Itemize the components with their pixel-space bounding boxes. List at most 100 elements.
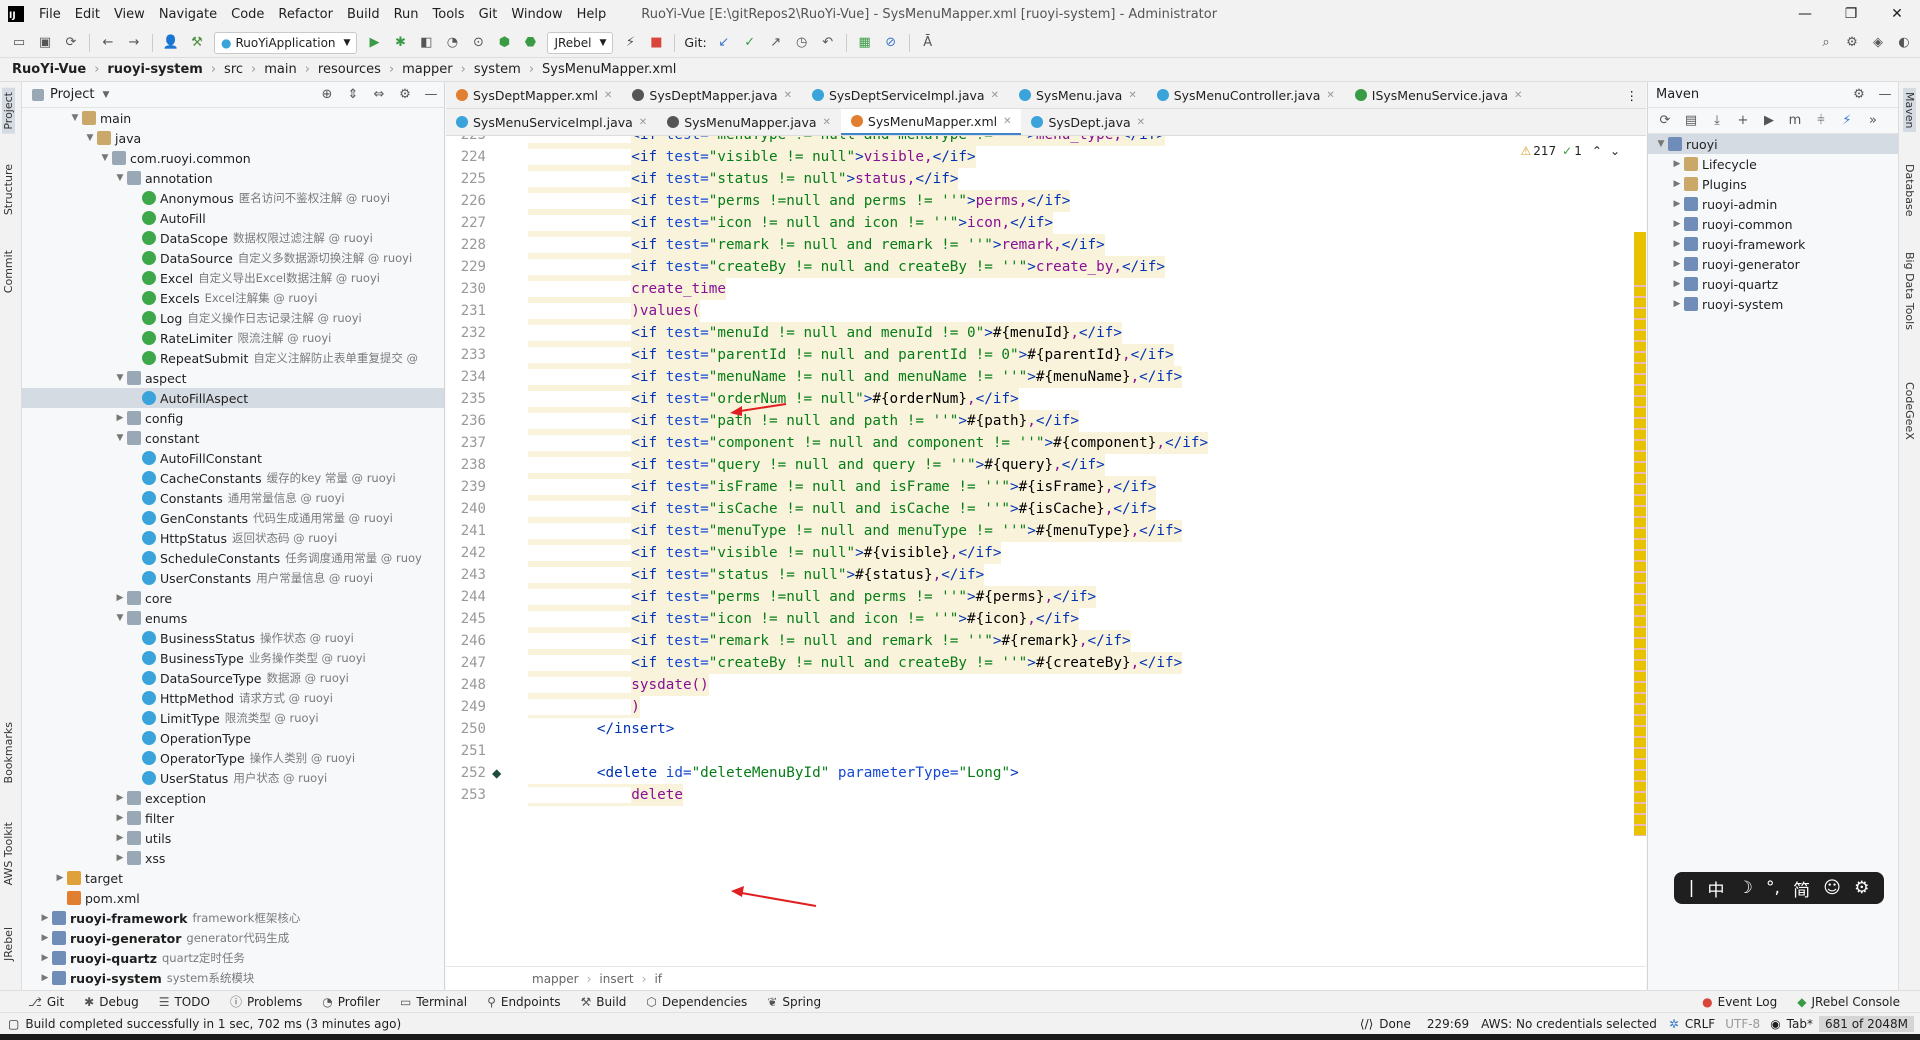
chevron-down-icon[interactable]: ▼ bbox=[83, 133, 97, 143]
plus-icon[interactable]: + bbox=[1731, 110, 1755, 132]
editor-tab[interactable]: ISysMenuService.java ✕ bbox=[1345, 82, 1533, 108]
code-breadcrumb-item[interactable]: if bbox=[654, 972, 662, 986]
ime-button[interactable]: ☺ bbox=[1823, 878, 1841, 898]
tree-node[interactable]: OperatorType 操作人类别 @ ruoyi bbox=[22, 748, 444, 768]
line-number[interactable]: 237 bbox=[446, 435, 488, 451]
status-box-icon[interactable]: ▢ bbox=[8, 1017, 19, 1031]
jrebel-debug-icon[interactable]: ⬣ bbox=[518, 32, 542, 54]
code-line[interactable]: 223 <if test="menuType != null and menuT… bbox=[446, 136, 1646, 146]
commit-tool-tab[interactable]: Commit bbox=[2, 250, 15, 293]
tree-node[interactable]: ▼ enums bbox=[22, 608, 444, 628]
chevron-right-icon[interactable]: ▶ bbox=[1670, 219, 1684, 229]
tree-node[interactable]: Excels Excel注解集 @ ruoyi bbox=[22, 288, 444, 308]
editor-tab[interactable]: SysMenu.java ✕ bbox=[1009, 82, 1147, 108]
ime-button[interactable]: °, bbox=[1766, 878, 1780, 898]
editor-tab[interactable]: SysMenuController.java ✕ bbox=[1147, 82, 1345, 108]
chevron-right-icon[interactable]: ▶ bbox=[1670, 239, 1684, 249]
terminal-chart-icon[interactable]: ▦ bbox=[853, 32, 877, 54]
tree-node[interactable]: UserConstants 用户常量信息 @ ruoyi bbox=[22, 568, 444, 588]
tree-node[interactable]: BusinessStatus 操作状态 @ ruoyi bbox=[22, 628, 444, 648]
maven-tree-item[interactable]: ▶ ruoyi-framework bbox=[1648, 234, 1898, 254]
profile-icon[interactable]: ◔ bbox=[440, 32, 464, 54]
bottom-tab-spring[interactable]: ❦ Spring bbox=[767, 995, 821, 1009]
git-update-icon[interactable]: ↙ bbox=[712, 32, 736, 54]
tree-node[interactable]: ▼ java bbox=[22, 128, 444, 148]
chevron-down-icon[interactable]: ▼ bbox=[113, 433, 127, 443]
close-icon[interactable]: ✕ bbox=[1137, 117, 1145, 128]
bottom-tab-todo[interactable]: ☰ TODO bbox=[159, 995, 210, 1009]
more-run-icon[interactable]: ⊙ bbox=[466, 32, 490, 54]
close-icon[interactable]: ✕ bbox=[823, 117, 831, 128]
menu-edit[interactable]: Edit bbox=[68, 7, 107, 22]
locate-icon[interactable]: ⊕ bbox=[315, 84, 339, 106]
line-number[interactable]: 253 bbox=[446, 787, 488, 803]
code-line[interactable]: 240 <if test= "isCache != null and isCach… bbox=[446, 498, 1646, 520]
line-number[interactable]: 223 bbox=[446, 136, 488, 143]
chevron-right-icon[interactable]: ▶ bbox=[1670, 259, 1684, 269]
code-editor[interactable]: 223 <if test="menuType != null and menuT… bbox=[446, 136, 1646, 966]
debug-icon[interactable]: ✱ bbox=[388, 32, 412, 54]
line-number[interactable]: 231 bbox=[446, 303, 488, 319]
line-separator[interactable]: CRLF bbox=[1685, 1017, 1715, 1031]
tree-node[interactable]: ▶ core bbox=[22, 588, 444, 608]
line-number[interactable]: 242 bbox=[446, 545, 488, 561]
breadcrumb-item[interactable]: system bbox=[474, 62, 521, 77]
git-commit-icon[interactable]: ✓ bbox=[738, 32, 762, 54]
code-line[interactable]: 244 <if test= "perms !=null and perms != … bbox=[446, 586, 1646, 608]
line-number[interactable]: 238 bbox=[446, 457, 488, 473]
close-icon[interactable]: ✕ bbox=[991, 90, 999, 101]
editor-tab[interactable]: SysMenuServiceImpl.java ✕ bbox=[446, 109, 657, 135]
ime-handle[interactable]: | bbox=[1689, 878, 1695, 898]
maven-root-node[interactable]: ▼ ruoyi bbox=[1648, 134, 1898, 154]
project-panel-title[interactable]: Project bbox=[50, 87, 94, 102]
chevron-up-icon[interactable]: ⌃ bbox=[1592, 144, 1602, 158]
bottom-tab-git[interactable]: ⎇ Git bbox=[28, 995, 64, 1009]
chevron-right-icon[interactable]: ▶ bbox=[1670, 199, 1684, 209]
codegeex-tool-tab[interactable]: CodeGeeX bbox=[1903, 382, 1916, 440]
bottom-tab-jrebel-console[interactable]: ◆ JRebel Console bbox=[1797, 995, 1900, 1009]
close-icon[interactable]: ✕ bbox=[1128, 90, 1136, 101]
chevron-right-icon[interactable]: ▶ bbox=[53, 873, 67, 883]
editor-tab[interactable]: SysDeptServiceImpl.java ✕ bbox=[802, 82, 1009, 108]
jrebel-run-icon[interactable]: ⬢ bbox=[492, 32, 516, 54]
bottom-tab-endpoints[interactable]: ⚲ Endpoints bbox=[487, 995, 560, 1009]
code-line[interactable]: 253 delete delete bbox=[446, 784, 1646, 806]
line-number[interactable]: 236 bbox=[446, 413, 488, 429]
code-line[interactable]: 248 sysdate() sysdate() bbox=[446, 674, 1646, 696]
code-line[interactable]: 245 <if test= "icon != null and icon != '… bbox=[446, 608, 1646, 630]
bottom-tab-debug[interactable]: ✱ Debug bbox=[84, 995, 139, 1009]
save-icon[interactable]: ▣ bbox=[33, 32, 57, 54]
tree-node[interactable]: Constants 通用常量信息 @ ruoyi bbox=[22, 488, 444, 508]
editor-tab[interactable]: SysDeptMapper.xml ✕ bbox=[446, 82, 622, 108]
editor-tab[interactable]: SysDept.java ✕ bbox=[1021, 109, 1155, 135]
settings-icon[interactable]: ✲ bbox=[1669, 1017, 1679, 1031]
chevron-down-icon[interactable]: ▼ bbox=[68, 113, 82, 123]
menu-build[interactable]: Build bbox=[340, 7, 387, 22]
minimize-icon[interactable]: — bbox=[1782, 0, 1828, 28]
code-line[interactable]: 236 <if test= "path != null and path != '… bbox=[446, 410, 1646, 432]
maven-tree-item[interactable]: ▶ Lifecycle bbox=[1648, 154, 1898, 174]
big-data-tools-tab[interactable]: Big Data Tools bbox=[1903, 252, 1916, 330]
chevron-right-icon[interactable]: ▶ bbox=[1670, 179, 1684, 189]
code-line[interactable]: 230 create_time create_time bbox=[446, 278, 1646, 300]
tree-node[interactable]: AutoFillConstant bbox=[22, 448, 444, 468]
code-line[interactable]: 227 <if test= "icon != null and icon != '… bbox=[446, 212, 1646, 234]
tree-node[interactable]: Excel 自定义导出Excel数据注解 @ ruoyi bbox=[22, 268, 444, 288]
maximize-icon[interactable]: ❐ bbox=[1828, 0, 1874, 28]
tree-node[interactable]: ▶ target bbox=[22, 868, 444, 888]
chevron-down-icon[interactable]: ⌄ bbox=[1610, 144, 1620, 158]
search-icon[interactable]: ⌕ bbox=[1814, 32, 1838, 54]
editor-tab[interactable]: SysMenuMapper.xml ✕ bbox=[840, 109, 1022, 135]
code-line[interactable]: 239 <if test= "isFrame != null and isFram… bbox=[446, 476, 1646, 498]
menu-run[interactable]: Run bbox=[387, 7, 426, 22]
code-line[interactable]: 247 <if test= "createBy != null and creat… bbox=[446, 652, 1646, 674]
code-line[interactable]: 249 ) ) bbox=[446, 696, 1646, 718]
tree-node[interactable]: ▶ exception bbox=[22, 788, 444, 808]
jrebel-update-icon[interactable]: ⚡ bbox=[618, 32, 642, 54]
skip-tests-icon[interactable]: ⚡ bbox=[1835, 110, 1859, 132]
maven-tool-tab[interactable]: Maven bbox=[1903, 88, 1916, 133]
menu-file[interactable]: File bbox=[32, 7, 68, 22]
code-line[interactable]: 235 <if test= "orderNum != null" > #{orderN… bbox=[446, 388, 1646, 410]
code-line[interactable]: 231 )values( )values( bbox=[446, 300, 1646, 322]
code-line[interactable]: 238 <if test= "query != null and query !=… bbox=[446, 454, 1646, 476]
